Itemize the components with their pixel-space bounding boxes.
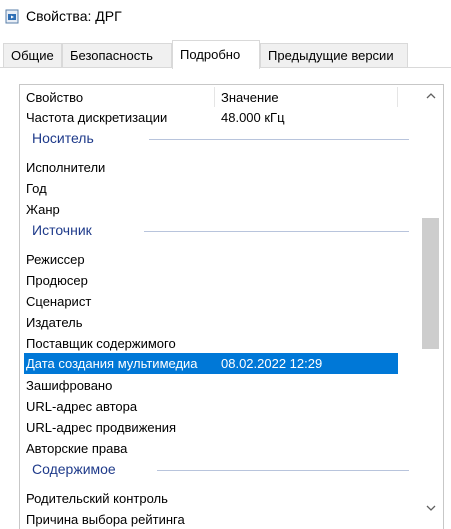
table-row[interactable]: Издатель	[20, 312, 420, 333]
tab-security[interactable]: Безопасность	[62, 43, 172, 67]
row-property: Дата создания мультимедиа	[26, 356, 198, 371]
row-property: Авторские права	[26, 441, 128, 456]
table-row[interactable]: Зашифровано	[20, 375, 420, 396]
group-header: Содержимое	[20, 459, 420, 481]
group-label: Носитель	[32, 130, 94, 146]
row-property: Частота дискретизации	[26, 110, 168, 125]
row-property: URL-адрес автора	[26, 399, 138, 414]
table-row[interactable]: Авторские права	[20, 438, 420, 459]
row-property: Продюсер	[26, 273, 88, 288]
table-row[interactable]: Поставщик содержимого	[20, 333, 420, 354]
group-header: Носитель	[20, 128, 420, 150]
row-property: Зашифровано	[26, 378, 113, 393]
header-value[interactable]: Значение	[221, 90, 279, 105]
chevron-up-icon[interactable]	[420, 87, 442, 105]
window-title: Свойства: ДРГ	[26, 8, 122, 24]
tab-general[interactable]: Общие	[3, 43, 62, 67]
header-property[interactable]: Свойство	[26, 90, 83, 105]
chevron-down-icon[interactable]	[420, 499, 442, 517]
title-bar: Свойства: ДРГ	[0, 0, 451, 34]
row-value: 48.000 кГц	[221, 110, 285, 125]
row-property: Поставщик содержимого	[26, 336, 176, 351]
group-divider	[144, 231, 409, 232]
group-divider	[149, 139, 409, 140]
scroll-thumb[interactable]	[422, 218, 439, 349]
tab-previous-versions[interactable]: Предыдущие версии	[260, 43, 408, 67]
table-row[interactable]: URL-адрес продвижения	[20, 417, 420, 438]
row-value: 08.02.2022 12:29	[221, 356, 323, 371]
table-row[interactable]: URL-адрес автора	[20, 396, 420, 417]
row-property: Исполнители	[26, 160, 106, 175]
table-row[interactable]: Год	[20, 178, 420, 199]
group-label: Источник	[32, 222, 92, 238]
table-row[interactable]: Сценарист	[20, 291, 420, 312]
group-label: Содержимое	[32, 461, 116, 477]
table-row[interactable]: Причина выбора рейтинга	[20, 509, 420, 529]
row-property: Режиссер	[26, 252, 85, 267]
vertical-scrollbar[interactable]	[420, 85, 442, 529]
row-property: Сценарист	[26, 294, 92, 309]
table-row[interactable]: Родительский контроль	[20, 488, 420, 509]
list-header: Свойство Значение	[20, 85, 420, 107]
group-divider	[157, 470, 409, 471]
table-row[interactable]: Жанр	[20, 199, 420, 220]
column-divider[interactable]	[397, 87, 398, 107]
row-property: Причина выбора рейтинга	[26, 512, 185, 527]
row-property: URL-адрес продвижения	[26, 420, 177, 435]
row-property: Издатель	[26, 315, 83, 330]
tab-details[interactable]: Подробно	[172, 40, 260, 69]
table-row-selected[interactable]: Дата создания мультимедиа 08.02.2022 12:2…	[24, 353, 398, 374]
table-row[interactable]: Продюсер	[20, 270, 420, 291]
table-row[interactable]: Режиссер	[20, 249, 420, 270]
table-row[interactable]: Частота дискретизации 48.000 кГц	[20, 107, 420, 128]
row-property: Год	[26, 181, 47, 196]
row-property: Жанр	[26, 202, 60, 217]
tab-strip: Общие Безопасность Подробно Предыдущие в…	[0, 40, 451, 69]
group-header: Источник	[20, 220, 420, 242]
table-row[interactable]: Исполнители	[20, 157, 420, 178]
row-property: Родительский контроль	[26, 491, 168, 506]
properties-list[interactable]: Свойство Значение Частота дискретизации 4…	[19, 84, 444, 529]
column-divider[interactable]	[214, 87, 215, 107]
media-file-icon	[5, 9, 21, 24]
